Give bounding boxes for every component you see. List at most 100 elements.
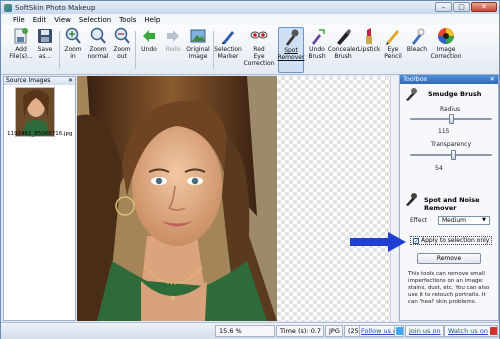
selection-marker-button[interactable]: Selection Marker [214,27,242,60]
main-toolbar: Add File(s)... Save as... Zoom in Zoom n… [1,25,499,75]
menu-selection[interactable]: Selection [75,16,115,24]
redo-arrow-icon [164,27,182,45]
spot-remover-button[interactable]: Spot Remover [278,27,304,73]
menu-tools[interactable]: Tools [115,16,140,24]
save-as-button[interactable]: Save as... [35,27,55,60]
smudge-brush-icon [406,88,417,101]
follow-us-link[interactable]: Follow us on [359,325,395,337]
transparent-background [277,76,397,321]
apply-to-selection-checkbox[interactable]: ✓ Apply to selection only [410,236,493,245]
source-thumbnail[interactable] [15,87,55,137]
toolbar-separator [59,31,60,69]
image-size: (2592x [344,325,360,337]
radius-label: Radius [440,106,461,113]
canvas-vertical-scrollbar[interactable] [390,76,398,321]
image-icon [189,27,207,45]
undo-brush-button[interactable]: Undo Brush [306,27,328,60]
maximize-button[interactable]: □ [453,2,470,12]
red-eye-correction-button[interactable]: Red Eye Correction [243,27,275,67]
menu-bar: File Edit View Selection Tools Help [1,14,499,25]
eye-pencil-icon [384,27,402,45]
effect-dropdown[interactable]: Medium ▼ [438,216,490,225]
app-window: SoftSkin Photo Makeup – □ ✕ File Edit Vi… [0,0,500,339]
spot-noise-remover-title: Spot and Noise Remover [424,196,480,212]
processing-time: Time (s): 0.7 [276,325,324,337]
menu-edit[interactable]: Edit [29,16,51,24]
window-title: SoftSkin Photo Makeup [15,3,96,12]
twitter-icon[interactable] [394,325,404,337]
thumbnail-caption: 1192462_85066716.jpg [7,131,73,137]
join-us-text[interactable]: Join us on [409,327,441,335]
youtube-icon [490,327,497,335]
toolbox-panel: Toolbox ✕ Smudge Brush Radius 115 Transp… [399,74,499,321]
image-format: JPG [325,325,343,337]
apply-to-selection-label: Apply to selection only [421,237,490,244]
panel-close-icon[interactable]: ✕ [68,77,73,85]
zoom-in-icon [64,27,82,45]
transparency-value: 54 [435,165,443,172]
transparency-slider[interactable] [410,150,492,160]
add-files-button[interactable]: Add File(s)... [9,27,33,60]
toolbox-title: Toolbox [403,75,428,83]
toolbox-header: Toolbox ✕ [400,75,498,84]
redo-button[interactable]: Redo [162,27,184,53]
watch-us-text[interactable]: Watch us on [448,327,488,335]
radius-slider-knob[interactable] [449,114,454,124]
close-button[interactable]: ✕ [471,2,497,12]
bleach-button[interactable]: Bleach [406,27,428,53]
red-eye-icon [250,27,268,45]
zoom-level: 15.6 % [215,325,275,337]
follow-us-text[interactable]: Follow us on [361,327,394,335]
zoom-out-icon [113,27,131,45]
add-files-icon [12,27,30,45]
window-controls: – □ ✕ [435,2,497,12]
portrait-photo[interactable] [77,76,277,321]
tool-description: This tools can remove small imperfection… [408,271,490,305]
title-bar: SoftSkin Photo Makeup – □ ✕ [1,1,499,14]
lipstick-icon [360,27,378,45]
blue-pointer-arrow-icon [350,232,406,252]
zoom-normal-button[interactable]: Zoom normal [86,27,110,60]
undo-button[interactable]: Undo [138,27,160,53]
spot-brush-icon [282,28,300,46]
zoom-in-button[interactable]: Zoom in [62,27,84,60]
chevron-down-icon: ▼ [482,217,486,223]
toolbox-close-icon[interactable]: ✕ [490,75,495,84]
image-canvas[interactable] [77,76,397,321]
join-us-link[interactable]: Join us on [405,325,444,337]
effect-dropdown-value: Medium [442,217,466,224]
menu-file[interactable]: File [9,16,29,24]
source-images-panel: Source Images ✕ 1192462_85066716.jpg [3,76,76,321]
image-correction-button[interactable]: Image Correction [430,27,462,60]
save-icon [36,27,54,45]
color-wheel-icon [437,27,455,45]
spot-remover-icon [406,193,417,206]
lipstick-button[interactable]: Lipstick [358,27,380,53]
remove-button[interactable]: Remove [417,253,481,264]
radius-value: 115 [438,128,450,135]
radius-slider[interactable] [410,114,492,124]
eye-pencil-button[interactable]: Eye Pencil [382,27,404,60]
marker-pen-icon [219,27,237,45]
undo-brush-icon [308,27,326,45]
app-logo-icon [4,3,12,12]
minimize-button[interactable]: – [435,2,452,12]
checkbox-box[interactable]: ✓ [413,237,419,244]
menu-view[interactable]: View [50,16,75,24]
watch-us-link[interactable]: Watch us on [444,325,498,337]
bleach-brush-icon [408,27,426,45]
status-bar: 15.6 % Time (s): 0.7 JPG (2592x Follow u… [1,322,499,339]
zoom-normal-icon [89,27,107,45]
concealer-brush-icon [334,27,352,45]
original-image-button[interactable]: Original Image [186,27,210,60]
toolbar-separator [135,31,136,69]
transparency-slider-knob[interactable] [450,150,456,160]
effect-label: Effect [410,217,428,224]
zoom-out-button[interactable]: Zoom out [112,27,132,60]
smudge-brush-title: Smudge Brush [428,90,482,98]
panel-title: Source Images [6,77,51,84]
undo-arrow-icon [140,27,158,45]
transparency-label: Transparency [431,141,472,148]
concealer-brush-button[interactable]: Concealer Brush [328,27,358,60]
menu-help[interactable]: Help [140,16,164,24]
